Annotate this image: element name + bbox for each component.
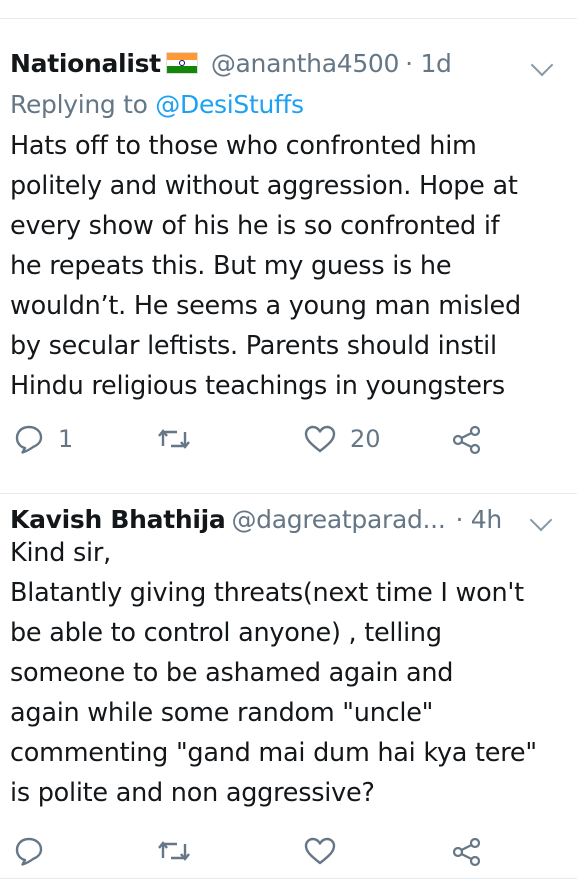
author-name[interactable]: Nationalist <box>10 49 161 78</box>
tweet-text-line: be able to control anyone) , telling <box>10 618 442 648</box>
tweet-text-line: commenting "gand mai dum hai kya tere" <box>10 738 537 768</box>
bottom-divider <box>0 878 577 879</box>
reply-icon <box>15 837 43 866</box>
reply-button[interactable]: 1 <box>14 424 73 454</box>
tweet-header: Kavish Bhathija @dagreatparad... · 4h <box>10 501 577 537</box>
retweet-icon <box>158 429 190 449</box>
tweet-text-line: wouldn’t. He seems a young man misled <box>10 291 521 321</box>
reply-icon <box>15 425 43 454</box>
tweet-text-line: Hats off to those who confronted him <box>10 131 477 161</box>
retweet-icon <box>158 841 190 861</box>
heart-icon <box>304 837 336 865</box>
tweet-2[interactable]: Kavish Bhathija @dagreatparad... · 4h Ki… <box>0 493 577 879</box>
author-name[interactable]: Kavish Bhathija <box>10 505 226 534</box>
retweet-button[interactable] <box>158 838 190 864</box>
tweet-text-line: Hindu religious teachings in youngsters <box>10 371 505 401</box>
like-count: 20 <box>350 425 381 453</box>
tweet-text-line: by secular leftists. Parents should inst… <box>10 331 497 361</box>
replying-to: Replying to @DesiStuffs <box>10 90 304 119</box>
author-handle[interactable]: @anantha4500 <box>211 49 400 78</box>
reply-button[interactable] <box>14 836 44 866</box>
tweet-text-line: someone to be ashamed again and <box>10 658 454 688</box>
replying-to-mention[interactable]: @DesiStuffs <box>155 90 304 119</box>
like-button[interactable]: 20 <box>304 425 381 453</box>
timestamp[interactable]: · 4h <box>455 505 502 534</box>
tweet-text-line: Blatantly giving threats(next time I won… <box>10 578 524 608</box>
tweet-text-line: politely and without aggression. Hope at <box>10 171 518 201</box>
tweet-text-line: again while some random "uncle" <box>10 698 434 728</box>
tweet-1[interactable]: Nationalist @anantha4500 · 1d Replying t… <box>0 19 577 493</box>
reply-count: 1 <box>58 425 74 453</box>
share-button[interactable] <box>452 425 482 455</box>
author-handle[interactable]: @dagreatparad... <box>231 505 445 534</box>
retweet-button[interactable] <box>158 426 190 452</box>
share-icon <box>452 425 481 455</box>
replying-to-label: Replying to <box>10 90 156 119</box>
tweet-text-line: is polite and non aggressive? <box>10 778 375 808</box>
share-button[interactable] <box>452 837 482 867</box>
share-icon <box>452 837 481 867</box>
like-button[interactable] <box>304 837 336 865</box>
heart-icon <box>304 425 336 453</box>
tweet-header: Nationalist @anantha4500 · 1d <box>10 45 577 81</box>
tweet-text-line: he repeats this. But my guess is he <box>10 251 452 281</box>
tweet-text-line: Kind sir, <box>10 538 111 568</box>
tweet-text-line: every show of his he is so confronted if <box>10 211 500 241</box>
timestamp[interactable]: · 1d <box>405 49 452 78</box>
india-flag-icon <box>166 53 197 74</box>
